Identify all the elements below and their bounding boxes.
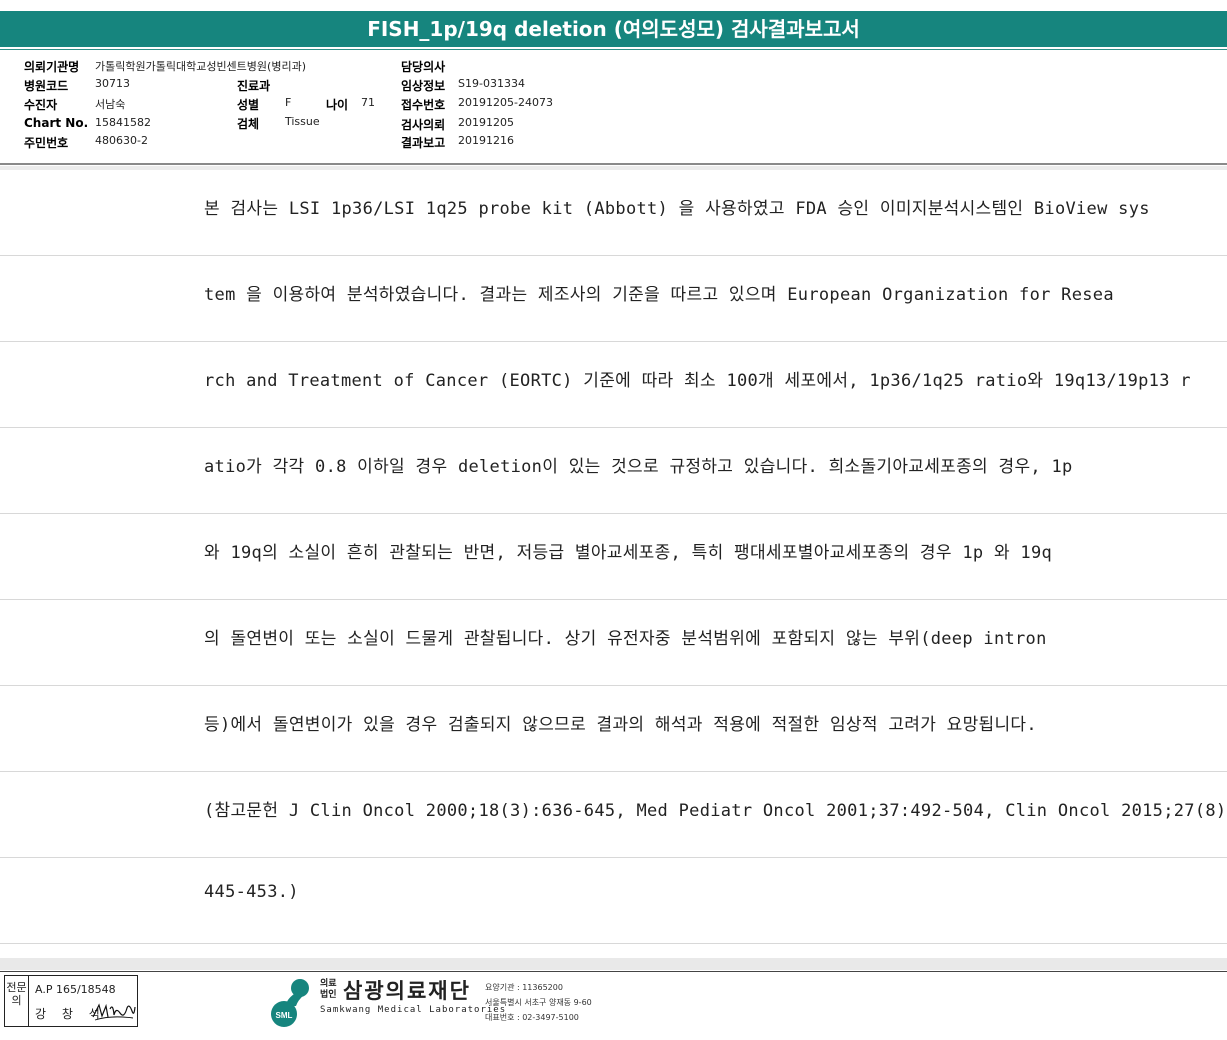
report-line: 445-453.) bbox=[0, 858, 1227, 944]
report-line: rch and Treatment of Cancer (EORTC) 기준에 … bbox=[0, 342, 1227, 428]
hospital-code-label: 병원코드 bbox=[24, 79, 69, 93]
doctor-label: 담당의사 bbox=[401, 60, 446, 74]
report-line-text: (참고문헌 J Clin Oncol 2000;18(3):636-645, M… bbox=[204, 801, 1224, 821]
org-address: 서울특별시 서초구 양재동 9-60 bbox=[485, 998, 592, 1007]
report-line: 와 19q의 소실이 흔히 관찰되는 반면, 저등급 별아교세포종, 특히 팽대… bbox=[0, 514, 1227, 600]
institution-value: 가톨릭학원가톨릭대학교성빈센트병원(병리과) bbox=[95, 60, 306, 73]
clinical-info-label: 임상정보 bbox=[401, 79, 446, 93]
request-date-label: 검사의뢰 bbox=[401, 118, 446, 132]
report-line-text: 445-453.) bbox=[204, 882, 299, 902]
footer-divider bbox=[0, 971, 1227, 972]
title-divider bbox=[0, 49, 1227, 50]
ap-number: A.P 165/18548 bbox=[35, 983, 116, 996]
org-type: 의료 법인 bbox=[320, 979, 337, 1000]
receipt-number-value: 20191205-24073 bbox=[458, 96, 553, 109]
report-line: tem 을 이용하여 분석하였습니다. 결과는 제조사의 기준을 따르고 있으며… bbox=[0, 256, 1227, 342]
signature-scribble-icon bbox=[92, 1003, 136, 1021]
patient-label: 수진자 bbox=[24, 98, 58, 112]
clinical-info-value: S19-031334 bbox=[458, 77, 525, 90]
age-value: 71 bbox=[361, 96, 375, 109]
patient-value: 서남숙 bbox=[95, 98, 126, 111]
report-body: 본 검사는 LSI 1p36/LSI 1q25 probe kit (Abbot… bbox=[0, 170, 1227, 946]
org-contact-info: 요양기관 : 11365200 서울특별시 서초구 양재동 9-60 대표번호 … bbox=[485, 980, 592, 1025]
request-date-value: 20191205 bbox=[458, 116, 514, 129]
chart-value: 15841582 bbox=[95, 116, 151, 129]
hospital-code-value: 30713 bbox=[95, 77, 130, 90]
chart-label: Chart No. bbox=[24, 116, 89, 130]
resident-label: 주민번호 bbox=[24, 136, 69, 150]
institution-label: 의뢰기관명 bbox=[24, 60, 80, 74]
age-label: 나이 bbox=[326, 98, 349, 112]
org-english-name: Samkwang Medical Laboratories bbox=[320, 1005, 507, 1015]
sml-logo-icon: SML bbox=[271, 979, 309, 1027]
report-line: 본 검사는 LSI 1p36/LSI 1q25 probe kit (Abbot… bbox=[0, 170, 1227, 256]
report-line: 등)에서 돌연변이가 있을 경우 검출되지 않으므로 결과의 해석과 적용에 적… bbox=[0, 686, 1227, 772]
org-code: 요양기관 : 11365200 bbox=[485, 983, 563, 992]
report-line-text: 등)에서 돌연변이가 있을 경우 검출되지 않으므로 결과의 해석과 적용에 적… bbox=[204, 715, 1037, 735]
specimen-value: Tissue bbox=[285, 115, 320, 128]
header-divider bbox=[0, 163, 1227, 165]
result-date-value: 20191216 bbox=[458, 134, 514, 147]
receipt-number-label: 접수번호 bbox=[401, 98, 446, 112]
resident-value: 480630-2 bbox=[95, 134, 148, 147]
report-line-text: atio가 각각 0.8 이하일 경우 deletion이 있는 것으로 규정하… bbox=[204, 457, 1073, 477]
org-phone: 대표번호 : 02-3497-5100 bbox=[485, 1013, 579, 1022]
report-line: (참고문헌 J Clin Oncol 2000;18(3):636-645, M… bbox=[0, 772, 1227, 858]
org-name: 삼광의료재단 bbox=[343, 979, 471, 1003]
footer-band bbox=[0, 958, 1227, 970]
specimen-label: 검체 bbox=[237, 117, 260, 131]
report-line: atio가 각각 0.8 이하일 경우 deletion이 있는 것으로 규정하… bbox=[0, 428, 1227, 514]
report-line-text: 의 돌연변이 또는 소실이 드물게 관찰됩니다. 상기 유전자중 분석범위에 포… bbox=[204, 629, 1047, 649]
patient-info-section: 의뢰기관명 가톨릭학원가톨릭대학교성빈센트병원(병리과) 병원코드 30713 … bbox=[0, 55, 1227, 155]
sex-label: 성별 bbox=[237, 98, 260, 112]
logo-text: SML bbox=[276, 1011, 293, 1020]
sex-value: F bbox=[285, 96, 292, 109]
result-date-label: 결과보고 bbox=[401, 136, 446, 150]
signature-box: 전문의 A.P 165/18548 강 창 석 bbox=[4, 975, 138, 1027]
department-label: 진료과 bbox=[237, 79, 271, 93]
report-line-text: tem 을 이용하여 분석하였습니다. 결과는 제조사의 기준을 따르고 있으며… bbox=[204, 285, 1114, 305]
report-line: 의 돌연변이 또는 소실이 드물게 관찰됩니다. 상기 유전자중 분석범위에 포… bbox=[0, 600, 1227, 686]
report-line-text: 본 검사는 LSI 1p36/LSI 1q25 probe kit (Abbot… bbox=[204, 199, 1150, 219]
specialist-label: 전문의 bbox=[5, 976, 29, 1026]
report-line-text: 와 19q의 소실이 흔히 관찰되는 반면, 저등급 별아교세포종, 특히 팽대… bbox=[204, 543, 1053, 563]
report-title: FISH_1p/19q deletion (여의도성모) 검사결과보고서 bbox=[0, 11, 1227, 47]
report-line-text: rch and Treatment of Cancer (EORTC) 기준에 … bbox=[204, 371, 1191, 391]
